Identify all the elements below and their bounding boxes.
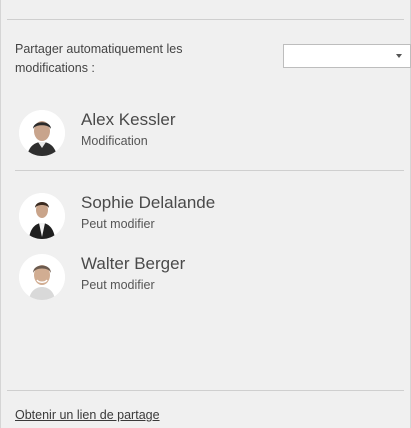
- owner-divider: [15, 170, 404, 171]
- auto-share-dropdown[interactable]: [283, 44, 411, 68]
- auto-share-row: Partager automatiquement les modificatio…: [15, 40, 411, 90]
- footer-divider: [7, 390, 404, 391]
- share-pane: Partager automatiquement les modificatio…: [0, 0, 411, 428]
- person-collaborator[interactable]: Sophie Delalande Peut modifier: [19, 193, 399, 243]
- get-share-link[interactable]: Obtenir un lien de partage: [15, 408, 160, 422]
- person-collaborator[interactable]: Walter Berger Peut modifier: [19, 254, 399, 304]
- person-role: Modification: [81, 134, 148, 148]
- person-name: Alex Kessler: [81, 110, 176, 129]
- person-role: Peut modifier: [81, 278, 155, 292]
- person-owner[interactable]: Alex Kessler Modification: [19, 110, 399, 160]
- person-name: Sophie Delalande: [81, 193, 216, 212]
- person-role: Peut modifier: [81, 217, 155, 231]
- top-divider: [7, 19, 404, 20]
- chevron-down-icon: [396, 54, 402, 58]
- avatar-photo-icon: [19, 110, 65, 156]
- avatar-photo-icon: [19, 254, 65, 300]
- person-name: Walter Berger: [81, 254, 186, 273]
- avatar-photo-icon: [19, 193, 65, 239]
- auto-share-label: Partager automatiquement les modificatio…: [15, 42, 183, 75]
